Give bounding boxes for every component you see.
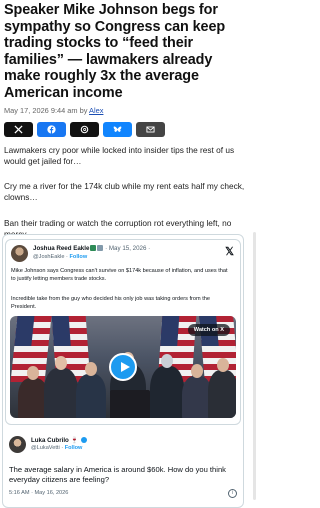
video-thumbnail[interactable]: Watch on X xyxy=(10,316,236,418)
share-threads-button[interactable] xyxy=(70,121,99,137)
tweet-date: · May 15, 2026 · xyxy=(103,245,151,252)
play-icon[interactable] xyxy=(109,353,137,381)
tweet-embed-card[interactable]: Joshua Reed Eakle · May 15, 2026 · @Josh… xyxy=(2,234,244,508)
share-x-button[interactable] xyxy=(4,121,33,137)
tweet-text: The average salary in America is around … xyxy=(9,465,226,484)
x-logo-icon[interactable]: 𝕏 xyxy=(225,245,234,258)
avatar[interactable] xyxy=(11,245,28,262)
person-figure xyxy=(44,356,78,418)
follow-button[interactable]: Follow xyxy=(69,254,87,260)
info-icon[interactable]: i xyxy=(228,489,237,498)
author-link[interactable]: Alex xyxy=(89,106,103,115)
bluesky-icon xyxy=(113,126,122,132)
person-figure xyxy=(76,362,106,418)
threads-icon xyxy=(80,125,89,133)
scrollbar[interactable] xyxy=(253,232,256,500)
share-facebook-button[interactable] xyxy=(37,121,66,137)
tweet-timestamp[interactable]: 5:16 AM · May 16, 2026 xyxy=(9,490,68,496)
tweet-header: Luka Cubrilo 🍷 @LukaVetti · Follow xyxy=(9,435,237,457)
tweet-header: Joshua Reed Eakle · May 15, 2026 · @Josh… xyxy=(11,244,234,266)
podium xyxy=(110,390,150,418)
watch-on-x-button[interactable]: Watch on X xyxy=(187,324,230,336)
verified-badge-icon xyxy=(90,245,97,251)
tweet-text: Incredible take from the guy who decided… xyxy=(11,296,210,310)
tweet-handle[interactable]: @LukaVetti xyxy=(31,445,60,451)
article-date: May 17, 2026 9:44 am by xyxy=(4,105,90,115)
article-paragraph: Cry me a river for the 174k club while m… xyxy=(4,181,245,203)
follow-button[interactable]: Follow xyxy=(65,445,83,451)
quoted-tweet[interactable]: Joshua Reed Eakle · May 15, 2026 · @Josh… xyxy=(5,239,241,425)
verified-badge-icon xyxy=(81,437,87,443)
x-logo-icon xyxy=(14,125,23,134)
person-figure xyxy=(150,354,184,418)
share-buttons xyxy=(0,116,258,137)
article-headline: Speaker Mike Johnson begs for sympathy s… xyxy=(4,2,226,101)
share-email-button[interactable] xyxy=(136,121,165,137)
avatar[interactable] xyxy=(9,436,26,453)
tweet-author-name[interactable]: Luka Cubrilo 🍷 xyxy=(31,436,87,444)
tweet-handle[interactable]: @JoshEakle xyxy=(33,254,65,260)
article-meta: May 17, 2026 9:44 am by Alex xyxy=(0,106,258,116)
email-icon xyxy=(146,126,155,133)
tweet-text: Mike Johnson says Congress can't survive… xyxy=(11,268,228,282)
share-bluesky-button[interactable] xyxy=(103,121,132,137)
tweet-author-name[interactable]: Joshua Reed Eakle · May 15, 2026 · xyxy=(33,245,150,252)
tweet-handle-row: @LukaVetti · Follow xyxy=(31,445,83,451)
wine-emoji: 🍷 xyxy=(68,437,79,444)
article-paragraph: Lawmakers cry poor while locked into ins… xyxy=(4,144,235,166)
tweet-handle-row: @JoshEakle · Follow xyxy=(33,254,88,260)
facebook-icon xyxy=(47,124,56,134)
person-figure xyxy=(208,358,236,418)
